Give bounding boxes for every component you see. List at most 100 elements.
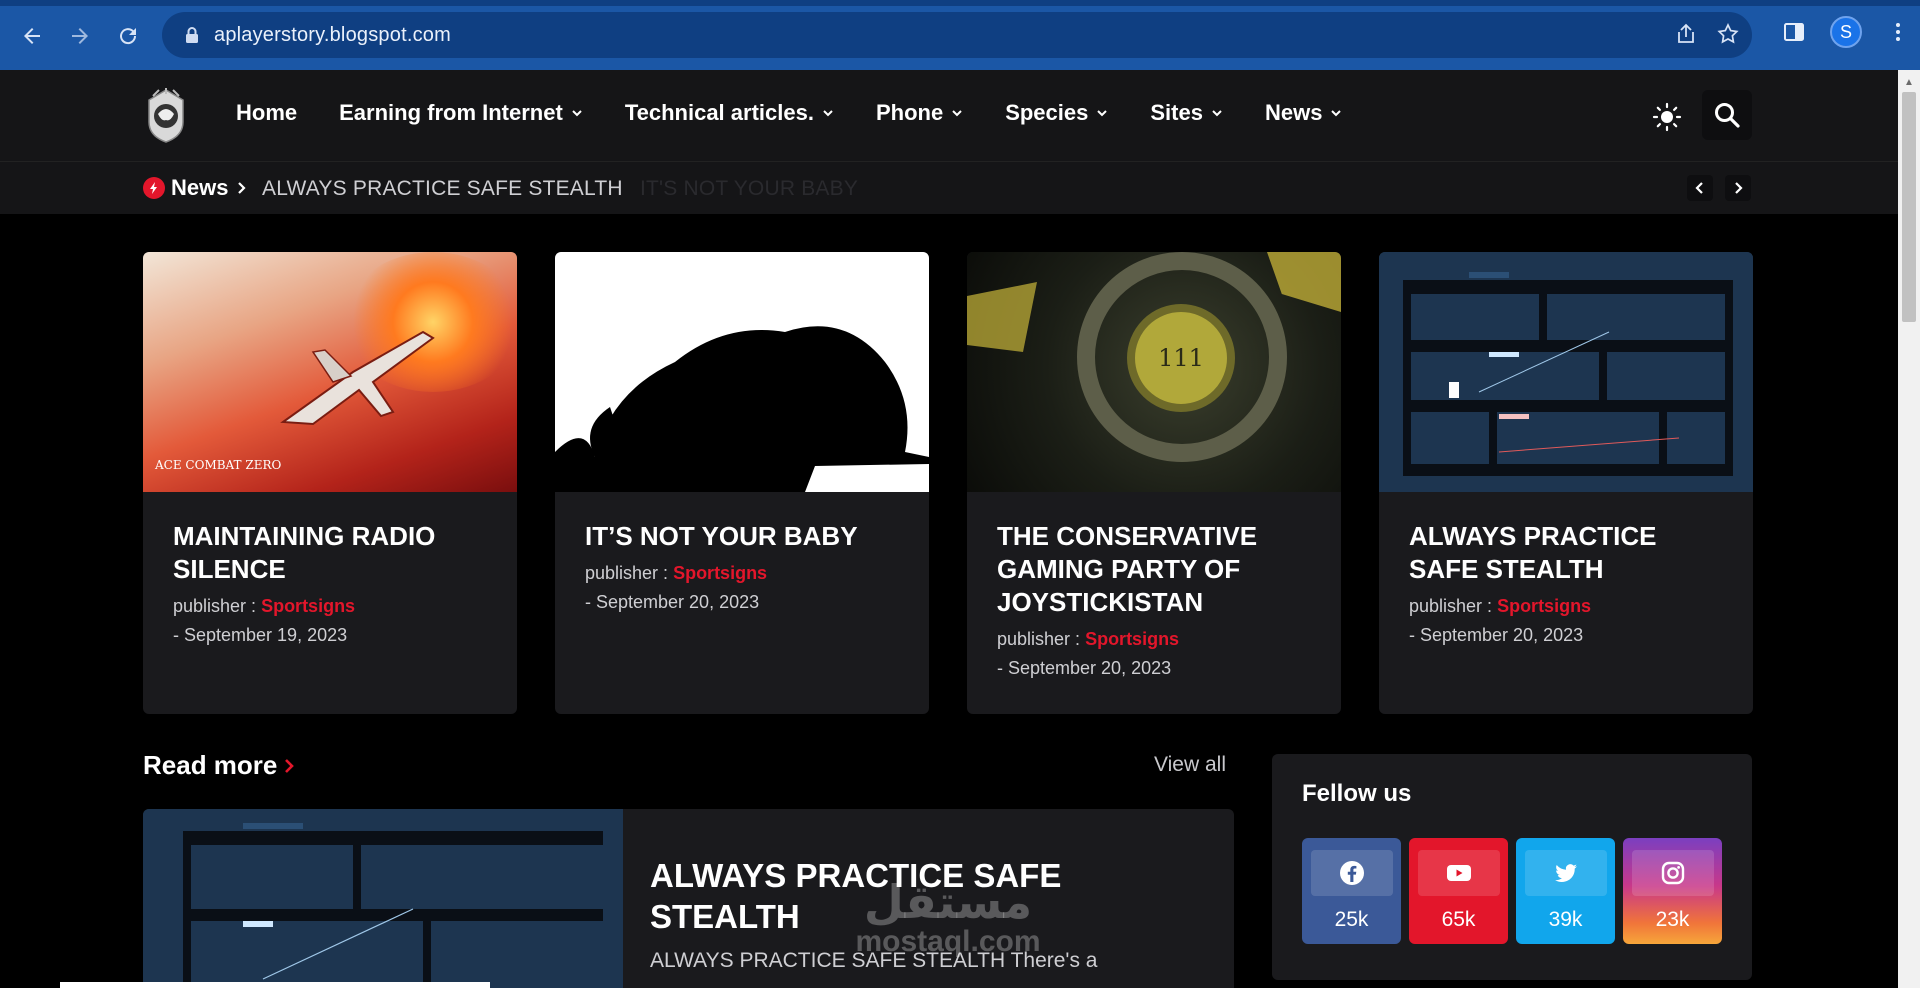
chevron-right-icon: [1735, 182, 1743, 194]
post-thumbnail[interactable]: [555, 252, 929, 492]
post-date: - September 20, 2023: [997, 658, 1172, 678]
post-date: - September 20, 2023: [1409, 625, 1584, 645]
nav-item-earning-from-internet[interactable]: Earning from Internet: [339, 100, 583, 126]
more-menu-icon[interactable]: [1886, 20, 1910, 44]
featured-posts: ACE COMBAT ZERO MAINTAINING RADIO SILENC…: [143, 252, 1753, 714]
ticker-headline[interactable]: ALWAYS PRACTICE SAFE STEALTH: [262, 177, 623, 201]
featured-article[interactable]: ALWAYS PRACTICE SAFE STEALTH ALWAYS PRAC…: [143, 809, 1234, 988]
post-card[interactable]: ACE COMBAT ZERO MAINTAINING RADIO SILENC…: [143, 252, 517, 714]
publisher-prefix: publisher :: [1409, 596, 1498, 616]
view-all-link[interactable]: View all: [1154, 753, 1226, 777]
publisher-link[interactable]: Sportsigns: [673, 563, 767, 583]
nav-item-label: Sites: [1150, 100, 1203, 125]
post-title[interactable]: MAINTAINING RADIO SILENCE: [173, 520, 487, 586]
site-header: Home Earning from Internet Technical art…: [0, 70, 1898, 162]
ticker-next-headline: IT'S NOT YOUR BABY: [640, 177, 859, 200]
follow-us-widget: Fellow us 25k 65k 39k 23k: [1272, 754, 1752, 980]
nav-item-species[interactable]: Species: [1005, 100, 1108, 126]
facebook-icon: [1310, 850, 1393, 896]
post-title[interactable]: IT’S NOT YOUR BABY: [585, 520, 899, 553]
side-panel-icon[interactable]: [1782, 20, 1806, 44]
nav-item-label: Technical articles.: [624, 100, 814, 125]
chevron-down-icon: [823, 110, 833, 117]
chevron-down-icon: [1097, 110, 1108, 117]
publisher-prefix: publisher :: [173, 596, 262, 616]
facebook-button[interactable]: 25k: [1302, 838, 1401, 944]
follower-count: 25k: [1334, 908, 1369, 931]
back-button[interactable]: [12, 16, 52, 56]
publisher-link[interactable]: Sportsigns: [1085, 629, 1179, 649]
nav-item-news[interactable]: News: [1265, 100, 1342, 126]
post-title[interactable]: ALWAYS PRACTICE SAFE STEALTH: [1409, 520, 1723, 586]
news-ticker: News ALWAYS PRACTICE SAFE STEALTH IT'S N…: [0, 162, 1898, 214]
publisher-prefix: publisher :: [997, 629, 1086, 649]
nav-item-label: Species: [1005, 100, 1089, 125]
chevron-right-icon: [285, 758, 295, 773]
sun-icon[interactable]: [1652, 102, 1682, 132]
chevron-down-icon: [952, 110, 962, 117]
arrow-right-icon: [72, 28, 88, 44]
post-title[interactable]: THE CONSERVATIVE GAMING PARTY OF JOYSTIC…: [997, 520, 1311, 619]
twitter-icon: [1524, 850, 1607, 896]
chevron-down-icon: [1331, 110, 1342, 117]
ticker-label: News: [143, 175, 248, 201]
nav-item-phone[interactable]: Phone: [876, 100, 963, 126]
tab-strip: [0, 0, 1920, 6]
ticker-next-button[interactable]: [1725, 175, 1751, 201]
profile-avatar[interactable]: S: [1830, 16, 1862, 48]
post-card[interactable]: 111 THE CONSERVATIVE GAMING PARTY OF JOY…: [967, 252, 1341, 714]
search-icon: [1715, 103, 1740, 128]
site-logo[interactable]: [143, 88, 189, 144]
search-button[interactable]: [1702, 90, 1752, 140]
nav-item-label: Phone: [875, 100, 944, 125]
nav-item-label: Home: [236, 100, 298, 125]
youtube-button[interactable]: 65k: [1409, 838, 1508, 944]
scroll-up-arrow-icon[interactable]: ▲: [1898, 72, 1920, 92]
twitter-button[interactable]: 39k: [1516, 838, 1615, 944]
thumb-caption: 111: [1127, 304, 1235, 412]
chevron-left-icon: [1695, 182, 1703, 194]
ticker-prev-button[interactable]: [1687, 175, 1713, 201]
widget-title: Fellow us: [1302, 780, 1412, 807]
url-text: aplayerstory.blogspot.com: [214, 23, 451, 46]
instagram-button[interactable]: 23k: [1623, 838, 1722, 944]
follower-count: 39k: [1548, 908, 1583, 931]
main-navigation: Home Earning from Internet Technical art…: [236, 100, 1342, 126]
section-title-text: Read more: [143, 750, 278, 780]
youtube-icon: [1417, 850, 1500, 896]
page-scrollbar[interactable]: ▲: [1898, 70, 1920, 988]
post-date: - September 20, 2023: [585, 592, 760, 612]
publisher-prefix: publisher :: [585, 563, 674, 583]
nav-item-label: Earning from Internet: [339, 100, 563, 125]
chevron-down-icon: [572, 110, 582, 117]
nav-item-label: News: [1264, 100, 1323, 125]
address-bar[interactable]: aplayerstory.blogspot.com: [162, 12, 1752, 58]
browser-toolbar: aplayerstory.blogspot.com S: [0, 0, 1920, 70]
post-date: - September 19, 2023: [173, 625, 348, 645]
publisher-link[interactable]: Sportsigns: [1497, 596, 1591, 616]
forward-button[interactable]: [60, 16, 100, 56]
follower-count: 65k: [1441, 908, 1476, 931]
nav-item-technical-articles[interactable]: Technical articles.: [625, 100, 834, 126]
bolt-icon: [143, 177, 165, 199]
post-thumbnail[interactable]: ACE COMBAT ZERO: [143, 252, 517, 492]
download-shelf-strip: [60, 982, 490, 988]
instagram-icon: [1631, 850, 1714, 896]
follower-count: 23k: [1655, 908, 1690, 931]
scrollbar-thumb[interactable]: [1902, 92, 1916, 322]
publisher-link[interactable]: Sportsigns: [261, 596, 355, 616]
lock-icon: [186, 27, 198, 43]
nav-item-sites[interactable]: Sites: [1150, 100, 1223, 126]
article-thumbnail[interactable]: [143, 809, 623, 988]
post-thumbnail[interactable]: [1379, 252, 1753, 492]
ticker-label-text: News: [171, 175, 229, 200]
watermark-logo: مستقل mostaql.com: [855, 875, 1041, 958]
reload-button[interactable]: [108, 16, 148, 56]
reload-icon: [120, 28, 137, 45]
post-card[interactable]: IT’S NOT YOUR BABY publisher : Sportsign…: [555, 252, 929, 714]
share-icon[interactable]: [1674, 22, 1698, 46]
bookmark-star-icon[interactable]: [1716, 22, 1740, 46]
post-card[interactable]: ALWAYS PRACTICE SAFE STEALTH publisher :…: [1379, 252, 1753, 714]
post-thumbnail[interactable]: 111: [967, 252, 1341, 492]
nav-item-home[interactable]: Home: [236, 100, 297, 126]
